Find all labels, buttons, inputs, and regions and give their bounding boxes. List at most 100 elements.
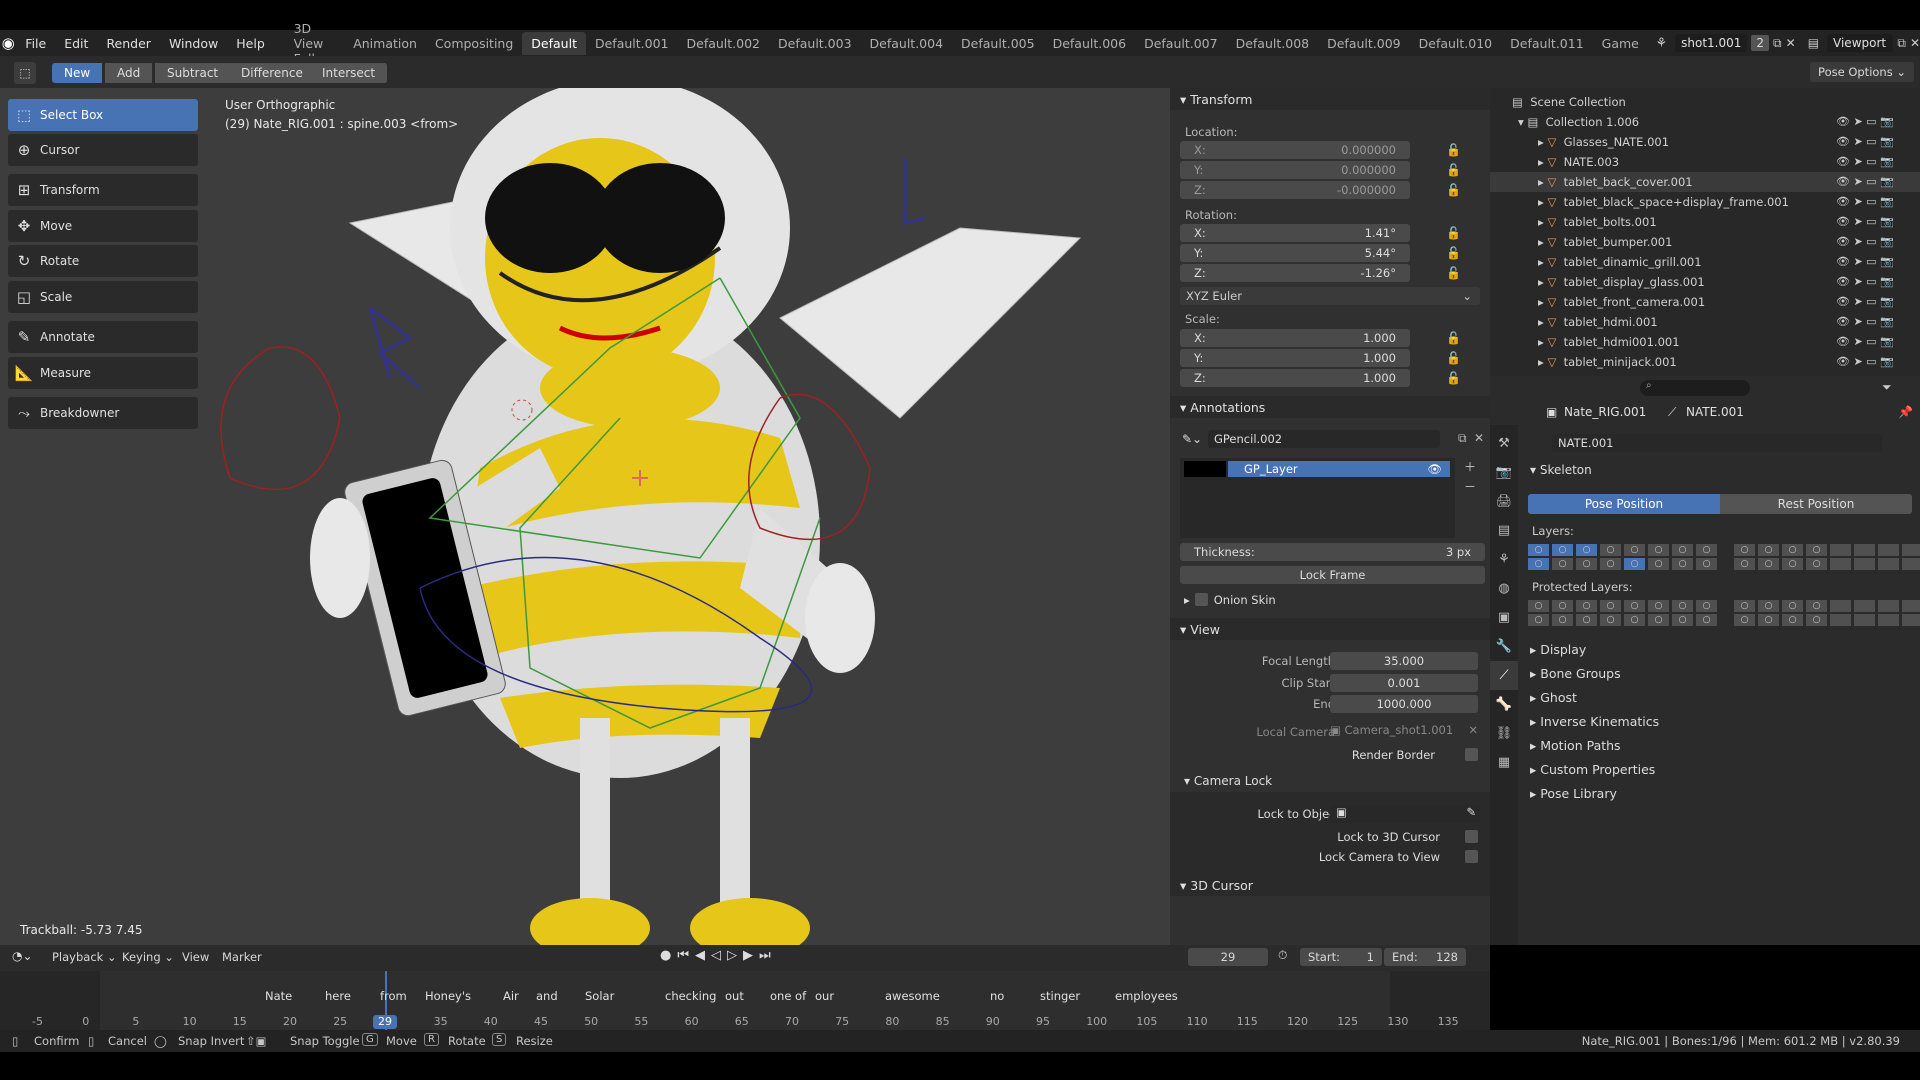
pose-library-panel-header[interactable]: ▸ Pose Library — [1530, 786, 1617, 801]
annotations-panel-header[interactable]: ▾ Annotations — [1170, 396, 1490, 418]
layer-toggle[interactable]: ○ — [1734, 614, 1756, 626]
tool-transform[interactable]: ⊞ Transform — [8, 174, 198, 206]
view-panel-header[interactable]: ▾ View — [1170, 618, 1490, 640]
scale-z-field[interactable]: Z: 1.000 — [1180, 369, 1410, 387]
close-icon[interactable]: ✕ — [1786, 36, 1796, 50]
pencil-icon[interactable]: ✎⌄ — [1182, 432, 1202, 446]
layer-toggle[interactable] — [1878, 544, 1900, 556]
tab-workspace[interactable]: Default.009 — [1318, 32, 1410, 55]
tab-workspace[interactable]: Default.008 — [1227, 32, 1319, 55]
scene-name-field[interactable]: shot1.001 — [1675, 34, 1748, 52]
layer-toggle[interactable]: ○ — [1600, 558, 1622, 570]
lock-to-object-field[interactable]: ▣ ✎ — [1330, 805, 1480, 823]
rotation-mode-dropdown[interactable]: XYZ Euler ⌄ — [1180, 287, 1480, 305]
eyedropper-icon[interactable]: ✎ — [1466, 805, 1476, 819]
layer-toggle[interactable]: ○ — [1806, 558, 1828, 570]
lock-frame-field[interactable]: Lock Frame — [1180, 566, 1485, 584]
view-menu[interactable]: View — [182, 950, 209, 964]
tab-workspace[interactable]: Animation — [344, 32, 426, 55]
layer-toggle[interactable] — [1878, 558, 1900, 570]
start-frame-field[interactable]: Start: 1 — [1300, 948, 1382, 966]
close-icon[interactable]: ✕ — [1474, 431, 1484, 445]
layer-toggle[interactable] — [1902, 614, 1920, 626]
current-frame-indicator[interactable]: 29 — [373, 1015, 397, 1029]
transform-panel-header[interactable]: ▾ Transform — [1170, 88, 1490, 110]
layer-toggle[interactable]: ○ — [1600, 600, 1622, 612]
lock-icon[interactable]: 🔓 — [1446, 163, 1461, 177]
layer-toggle[interactable]: ○ — [1552, 558, 1574, 570]
inverse-kinematics-panel-header[interactable]: ▸ Inverse Kinematics — [1530, 714, 1659, 729]
blender-logo-icon[interactable]: ◉ — [0, 34, 16, 52]
tool-rotate[interactable]: ↻ Rotate — [8, 245, 198, 277]
tool-cursor[interactable]: ⊕ Cursor — [8, 134, 198, 166]
add-mode-button[interactable]: Add — [105, 63, 154, 83]
menu-edit[interactable]: Edit — [55, 36, 97, 51]
layer-toggle[interactable] — [1878, 600, 1900, 612]
layer-toggle[interactable]: ○ — [1696, 558, 1718, 570]
timeline-marker[interactable]: no — [990, 989, 1004, 1003]
tool-tab-icon[interactable]: ⚒ — [1490, 429, 1518, 458]
layer-toggle[interactable]: ○ — [1528, 544, 1550, 556]
lock-icon[interactable]: 🔓 — [1446, 331, 1461, 345]
outliner-scene-collection[interactable]: ▤ Scene Collection — [1490, 92, 1920, 112]
tab-workspace[interactable]: Default.004 — [861, 32, 953, 55]
layer-toggle[interactable]: ○ — [1528, 558, 1550, 570]
stopwatch-icon[interactable]: ⏱ — [1278, 948, 1287, 963]
modifier-tab-icon[interactable]: 🔧 — [1490, 632, 1518, 661]
lock-icon[interactable]: 🔓 — [1446, 266, 1461, 280]
armature-data-field[interactable]: NATE.001 — [1552, 434, 1882, 452]
layer-toggle[interactable]: ○ — [1806, 614, 1828, 626]
timeline-marker[interactable]: awesome — [885, 989, 940, 1003]
clip-start-field[interactable]: 0.001 — [1330, 674, 1478, 692]
texture-tab-icon[interactable]: ▦ — [1490, 748, 1518, 777]
tool-annotate[interactable]: ✎ Annotate — [8, 321, 198, 353]
gp-layer-color-swatch[interactable] — [1184, 461, 1226, 477]
layer-toggle[interactable]: ○ — [1552, 614, 1574, 626]
layer-toggle[interactable] — [1854, 600, 1876, 612]
layer-toggle[interactable]: ○ — [1734, 544, 1756, 556]
layer-toggle[interactable] — [1854, 544, 1876, 556]
timeline-marker[interactable]: from — [380, 989, 407, 1003]
pin-icon[interactable]: 📌 — [1898, 405, 1913, 419]
rotation-z-field[interactable]: Z: -1.26° — [1180, 264, 1410, 282]
layer-toggle[interactable]: ○ — [1806, 600, 1828, 612]
tab-workspace[interactable]: Default.006 — [1044, 32, 1136, 55]
visibility-toggles-column[interactable]: 👁 ➤ ▭ 📷 👁 ➤ ▭ 📷 👁 ➤ ▭ 📷 👁 ➤ ▭ 📷 👁 ➤ ▭ 📷 … — [1836, 112, 1916, 372]
character-scene-illustration[interactable] — [200, 88, 1150, 945]
layer-toggle[interactable]: ○ — [1648, 600, 1670, 612]
tab-workspace-active[interactable]: Default — [522, 31, 586, 55]
intersect-mode-button[interactable]: Intersect — [310, 63, 389, 83]
timeline-marker[interactable]: out — [725, 989, 744, 1003]
output-tab-icon[interactable]: 🖨 — [1490, 487, 1518, 516]
properties-armature-name[interactable]: NATE.001 — [1686, 405, 1744, 419]
camera-lock-subheader[interactable]: ▾ Camera Lock — [1184, 774, 1272, 788]
tab-workspace[interactable]: Compositing — [426, 32, 522, 55]
layer-toggle[interactable]: ○ — [1576, 544, 1598, 556]
tab-workspace[interactable]: Default.011 — [1501, 32, 1593, 55]
tab-workspace[interactable]: Default.010 — [1410, 32, 1502, 55]
layer-toggle[interactable]: ○ — [1624, 614, 1646, 626]
render-border-checkbox[interactable] — [1465, 748, 1478, 761]
layer-toggle[interactable]: ○ — [1758, 544, 1780, 556]
location-y-field[interactable]: Y: 0.000000 — [1180, 161, 1410, 179]
lock-camera-to-view-checkbox[interactable] — [1465, 850, 1478, 863]
copy-icon[interactable]: ⧉ — [1897, 36, 1906, 51]
layer-toggle[interactable] — [1830, 544, 1852, 556]
layer-toggle[interactable] — [1854, 614, 1876, 626]
tool-select-box[interactable]: ⬚ Select Box — [8, 99, 198, 131]
layer-toggle[interactable] — [1830, 600, 1852, 612]
display-panel-header[interactable]: ▸ Display — [1530, 642, 1586, 657]
layer-toggle[interactable]: ○ — [1528, 614, 1550, 626]
timeline-marker[interactable]: Solar — [585, 989, 614, 1003]
timeline-marker[interactable]: here — [325, 989, 351, 1003]
timeline-marker[interactable]: Honey's — [425, 989, 471, 1003]
close-icon[interactable]: ✕ — [1910, 36, 1920, 50]
view-layer-field[interactable]: Viewport — [1827, 34, 1894, 52]
rest-position-button[interactable]: Rest Position — [1720, 494, 1912, 514]
menu-window[interactable]: Window — [160, 36, 227, 51]
motion-paths-panel-header[interactable]: ▸ Motion Paths — [1530, 738, 1621, 753]
difference-mode-button[interactable]: Difference — [229, 63, 316, 83]
bone-tab-icon[interactable]: 🦴 — [1490, 690, 1518, 719]
timeline-marker[interactable]: one of — [770, 989, 806, 1003]
layer-toggle[interactable]: ○ — [1648, 544, 1670, 556]
